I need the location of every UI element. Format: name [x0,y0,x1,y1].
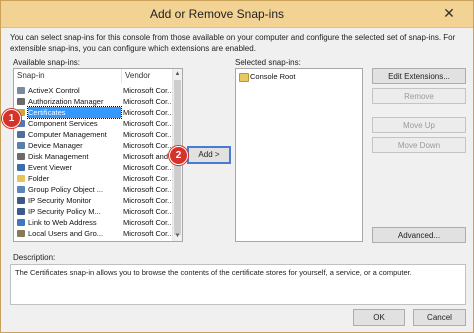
snapin-name: Disk Management [28,152,89,161]
disk-icon [17,153,25,160]
move-down-button[interactable]: Move Down [372,137,466,153]
available-snapins-label: Available snap-ins: [13,58,81,67]
snapin-row[interactable]: Folder Microsoft Cor... [14,173,173,184]
snapin-name: IP Security Monitor [28,196,92,205]
advanced-button[interactable]: Advanced... [372,227,466,243]
snapin-name: Device Manager [28,141,83,150]
console-root-icon [239,73,249,82]
ok-button[interactable]: OK [353,309,405,326]
window-title: Add or Remove Snap-ins [149,7,285,21]
snapin-vendor: Microsoft Cor... [123,207,173,216]
snapin-name: Computer Management [28,130,107,139]
snapin-vendor: Microsoft Cor... [123,163,173,172]
cancel-button[interactable]: Cancel [413,309,466,326]
event-viewer-icon [17,164,25,171]
device-manager-icon [17,142,25,149]
computer-management-icon [17,131,25,138]
snapin-row[interactable]: Event Viewer Microsoft Cor... [14,162,173,173]
snapin-vendor: Microsoft Cor... [123,97,173,106]
snapin-name: Link to Web Address [28,218,97,227]
snapin-name: Event Viewer [28,163,73,172]
ip-security-monitor-icon [17,197,25,204]
selected-snapins-label: Selected snap-ins: [235,58,301,67]
console-root-item[interactable]: Console Root [236,71,356,82]
description-box: The Certificates snap-in allows you to b… [10,264,466,305]
description-label: Description: [13,253,56,262]
snapin-row[interactable]: Disk Management Microsoft and... [14,151,173,162]
remove-button[interactable]: Remove [372,88,466,104]
snapin-name: Local Users and Gro... [28,229,104,238]
snapin-row[interactable]: Authorization Manager Microsoft Cor... [14,96,173,107]
move-up-button[interactable]: Move Up [372,117,466,133]
snapin-vendor: Microsoft Cor... [123,174,173,183]
snapin-row[interactable]: Certificates Microsoft Cor... [14,106,173,119]
snapin-name: Group Policy Object ... [28,185,104,194]
group-policy-icon [17,186,25,193]
snapin-vendor: Microsoft Cor... [123,130,173,139]
snapin-name: Certificates [27,106,122,119]
add-remove-snapins-dialog: Add or Remove Snap-ins ✕ You can select … [0,0,474,333]
callout-badge-1: 1 [2,109,21,128]
snapin-vendor: Microsoft Cor... [123,86,173,95]
available-snapins-list[interactable]: Snap-in Vendor ActiveX Control Microsoft … [13,68,183,242]
snapin-vendor: Microsoft Cor... [123,141,173,150]
column-header-snapin[interactable]: Snap-in [14,69,122,83]
snapin-name: Component Services [28,119,98,128]
snapin-row[interactable]: IP Security Monitor Microsoft Cor... [14,195,173,206]
snapin-vendor: Microsoft Cor... [123,185,173,194]
scroll-up-icon[interactable]: ▲ [173,69,182,79]
snapin-row[interactable]: ActiveX Control Microsoft Cor... [14,85,173,96]
snapin-vendor: Microsoft Cor... [123,218,173,227]
snapin-row[interactable]: Device Manager Microsoft Cor... [14,140,173,151]
snapin-vendor: Microsoft Cor... [123,119,173,128]
snapin-name: Authorization Manager [28,97,104,106]
add-button[interactable]: Add > [187,146,231,164]
snapin-vendor: Microsoft and... [123,152,173,161]
title-bar: Add or Remove Snap-ins ✕ [1,1,473,28]
intro-text: You can select snap-ins for this console… [10,33,456,53]
scroll-down-icon[interactable]: ▼ [173,231,182,241]
close-icon[interactable]: ✕ [433,4,465,22]
snapin-row[interactable]: IP Security Policy M... Microsoft Cor... [14,206,173,217]
selected-snapins-list[interactable]: Console Root [235,68,363,242]
snapin-row[interactable]: Link to Web Address Microsoft Cor... [14,217,173,228]
activex-icon [17,87,25,94]
snapin-vendor: Microsoft Cor... [123,108,173,117]
column-header-vendor[interactable]: Vendor [122,69,174,83]
snapin-row[interactable]: Computer Management Microsoft Cor... [14,129,173,140]
snapin-row[interactable]: Group Policy Object ... Microsoft Cor... [14,184,173,195]
authorization-icon [17,98,25,105]
snapin-vendor: Microsoft Cor... [123,229,173,238]
snapin-name: IP Security Policy M... [28,207,101,216]
snapin-name: Folder [28,174,50,183]
snapin-row[interactable]: Local Users and Gro... Microsoft Cor... [14,228,173,239]
users-icon [17,230,25,237]
snapin-row[interactable]: Component Services Microsoft Cor... [14,118,173,129]
snapin-name: ActiveX Control [28,86,80,95]
ip-security-policy-icon [17,208,25,215]
callout-badge-2: 2 [169,146,188,165]
snapin-vendor: Microsoft Cor... [123,196,173,205]
description-text: The Certificates snap-in allows you to b… [15,268,412,277]
web-link-icon [17,219,25,226]
edit-extensions-button[interactable]: Edit Extensions... [372,68,466,84]
folder-icon [17,175,25,182]
